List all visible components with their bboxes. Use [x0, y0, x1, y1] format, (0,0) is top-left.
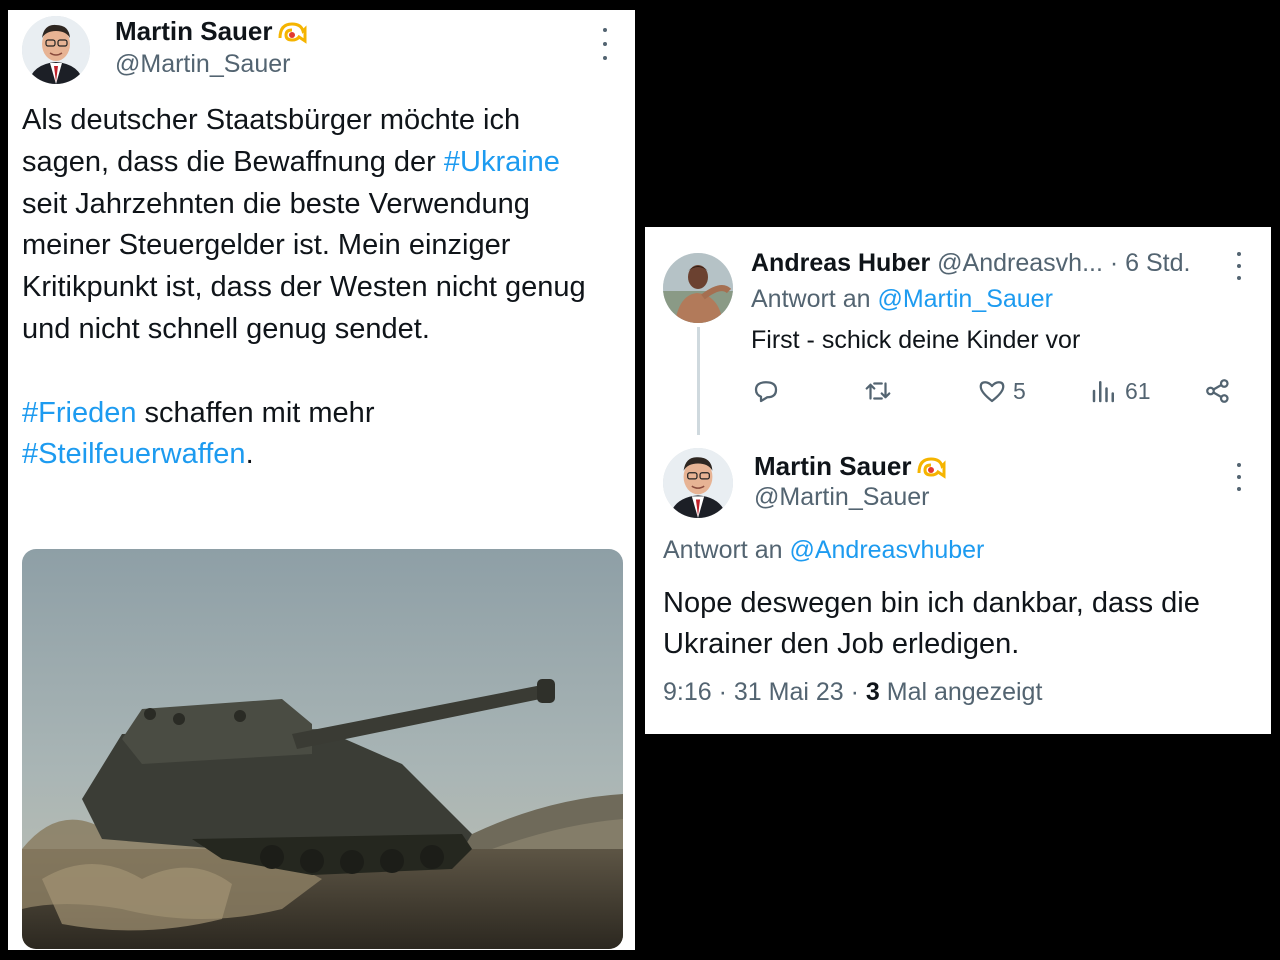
like-count: 5 [1013, 377, 1026, 404]
reply-button[interactable] [751, 374, 781, 408]
mention-link[interactable]: @Martin_Sauer [877, 285, 1052, 313]
author-avatar[interactable] [22, 16, 90, 84]
share-button[interactable] [1203, 374, 1233, 408]
posthorn-icon [278, 22, 306, 44]
tweet-text: Nope deswegen bin ich dankbar, dass die … [663, 587, 1200, 660]
hashtag-link[interactable]: #Steilfeuerwaffen [22, 438, 246, 470]
posthorn-icon [917, 457, 945, 479]
tweet-text: Als deutscher Staatsbürger möchte ich sa… [22, 104, 594, 471]
more-options-icon[interactable] [1233, 252, 1245, 280]
view-count: 61 [1125, 377, 1151, 404]
author-name[interactable]: Martin Sauer [754, 451, 946, 482]
comment-icon [754, 381, 778, 403]
mention-link[interactable]: @Andreasvhuber [789, 536, 984, 564]
reply-thread-card[interactable]: Andreas Huber @Andreasvh... · 6 Std. Ant… [645, 227, 1271, 734]
heart-icon [979, 381, 1005, 403]
tank-photo[interactable] [22, 549, 623, 949]
author-handle[interactable]: @Martin_Sauer [115, 50, 290, 79]
hashtag-link[interactable]: #Ukraine [444, 146, 560, 178]
hashtag-link[interactable]: #Frieden [22, 397, 136, 429]
reply-author-handle[interactable]: @Andreasvh... [937, 249, 1103, 277]
action-bar: 5 61 [751, 374, 1231, 410]
author-handle[interactable]: @Martin_Sauer [754, 483, 929, 512]
reply-time[interactable]: · 6 Std. [1110, 249, 1191, 277]
more-options-icon[interactable] [598, 28, 612, 60]
author-avatar[interactable] [663, 448, 733, 518]
views-button[interactable]: 61 [1089, 374, 1151, 408]
more-options-icon[interactable] [1233, 463, 1245, 491]
reply-author-avatar[interactable] [663, 253, 733, 323]
reply-author-name[interactable]: Andreas Huber [751, 249, 930, 277]
timestamp[interactable]: 9:16 · 31 Mai 23 · [663, 678, 866, 706]
retweet-button[interactable] [863, 374, 893, 408]
replying-to: Antwort an @Andreasvhuber [663, 536, 985, 564]
retweet-icon [865, 382, 891, 400]
share-icon [1206, 379, 1229, 403]
bar-chart-icon [1092, 381, 1114, 403]
author-name[interactable]: Martin Sauer [115, 16, 307, 47]
reply-header: Andreas Huber @Andreasvh... · 6 Std. [751, 249, 1190, 278]
thread-connector [697, 327, 700, 435]
view-count: 3 [865, 678, 880, 706]
reply-text: First - schick deine Kinder vor [751, 326, 1081, 354]
left-tweet-card[interactable]: Martin Sauer @Martin_Sauer Als deutscher… [8, 10, 635, 950]
tweet-meta: 9:16 · 31 Mai 23 · 3 Mal angezeigt [663, 678, 1043, 706]
replying-to: Antwort an @Martin_Sauer [751, 285, 1053, 313]
like-button[interactable]: 5 [977, 374, 1026, 408]
